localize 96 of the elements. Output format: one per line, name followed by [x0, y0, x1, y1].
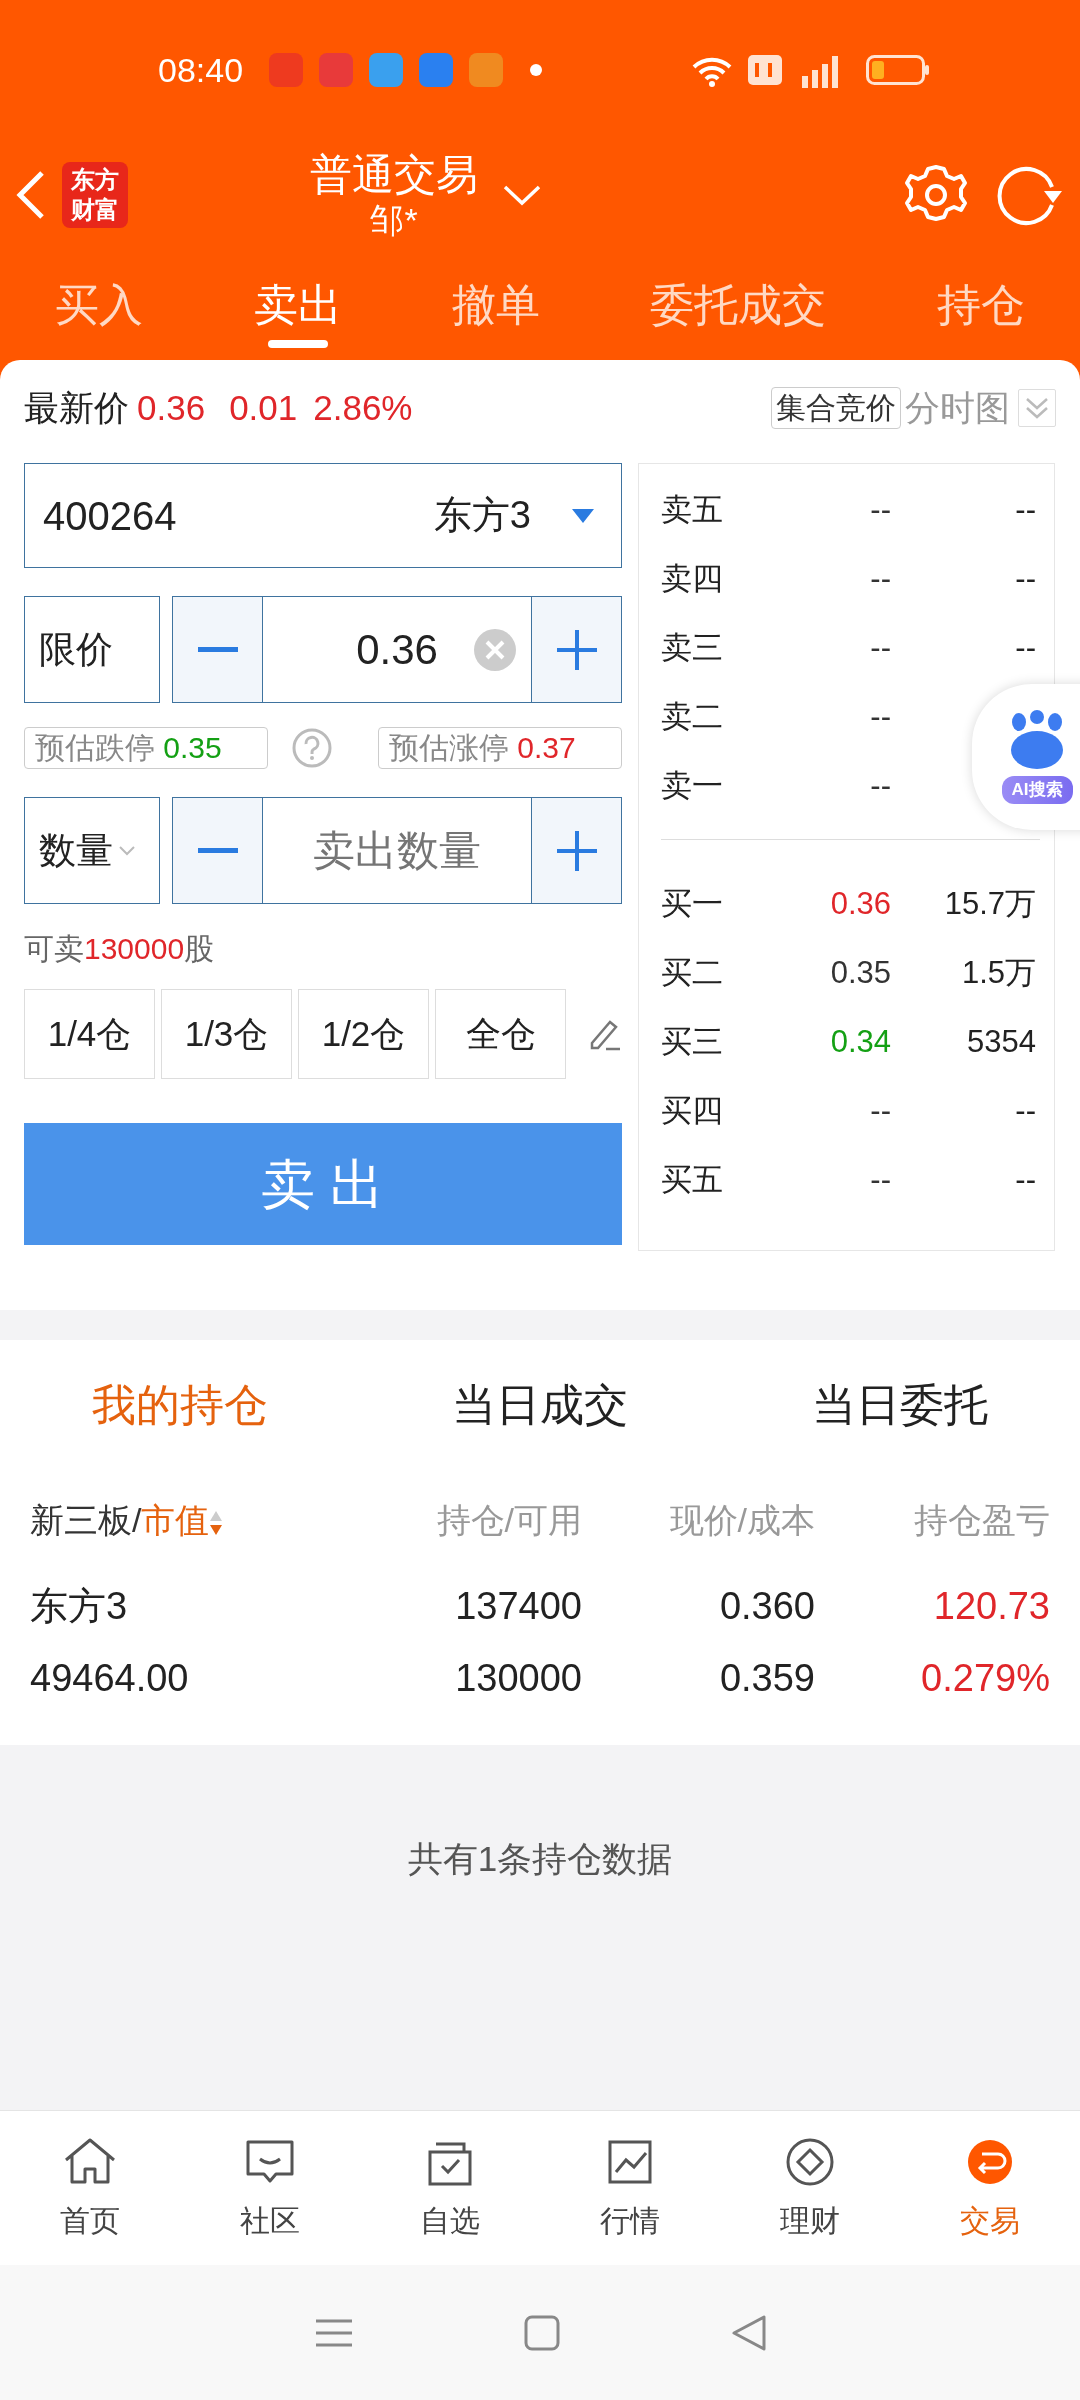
page-title: 普通交易 [310, 150, 478, 200]
column-header: 现价/成本 [669, 1500, 815, 1539]
nav-item[interactable]: 自选 [360, 2133, 540, 2243]
position-ratio-button[interactable]: 1/2仓 [298, 989, 429, 1079]
order-price: -- [870, 561, 891, 597]
table-cell: 0.359 [719, 1657, 815, 1699]
order-level-label: 卖三 [661, 629, 724, 668]
back-triangle-icon[interactable] [730, 2314, 766, 2351]
order-volume: 5354 [967, 1024, 1036, 1060]
auction-button[interactable]: 集合竞价 [771, 387, 901, 429]
app-icon [319, 53, 354, 87]
order-price: -- [870, 768, 891, 804]
order-volume: -- [1015, 630, 1036, 666]
order-volume: 15.7万 [944, 886, 1036, 922]
back-button[interactable] [16, 170, 46, 220]
order-volume: -- [1015, 1093, 1036, 1129]
price-change: 0.01 [229, 386, 298, 429]
order-volume: 1.5万 [961, 955, 1036, 991]
quantity-stepper[interactable]: 卖出数量 [172, 797, 622, 904]
account-name: 邹* [369, 200, 419, 240]
column-header[interactable]: 新三板/市值 [30, 1500, 210, 1539]
order-volume: -- [1015, 561, 1036, 597]
available-shares: 可卖130000股 [24, 931, 216, 967]
nav-item[interactable]: 理财 [720, 2133, 900, 2243]
order-price: -- [870, 1162, 891, 1198]
table-cell: 130000 [455, 1657, 582, 1699]
position-ratio-button[interactable]: 1/4仓 [24, 989, 155, 1079]
minus-button[interactable] [173, 798, 263, 903]
order-level-label: 卖二 [661, 698, 724, 737]
home-square-icon[interactable] [524, 2314, 560, 2351]
limit-price-hint: 预估涨停 0.37 [378, 727, 622, 769]
app-icon [419, 53, 454, 87]
quantity-type-selector[interactable]: 数量 [24, 797, 160, 904]
back-icon [16, 170, 46, 220]
minus-icon [197, 647, 238, 654]
help-icon[interactable] [292, 728, 332, 768]
order-level-label: 买三 [661, 1023, 724, 1062]
status-time: 08:40 [158, 49, 244, 91]
order-price: 0.35 [830, 955, 891, 991]
price-label: 最新价 [24, 386, 129, 429]
order-level-label: 卖一 [661, 767, 724, 806]
nav-item[interactable]: 首页 [0, 2133, 180, 2243]
dropdown-triangle-icon [571, 507, 595, 524]
app-icon [369, 53, 404, 87]
price-change-percent: 2.86% [313, 386, 413, 429]
battery-icon [866, 55, 930, 85]
stock-name: 东方3 [433, 493, 531, 538]
table-cell: 东方3 [30, 1585, 128, 1627]
nav-item[interactable]: 行情 [540, 2133, 720, 2243]
table-cell: 0.279% [921, 1657, 1050, 1699]
plus-button[interactable] [531, 597, 621, 702]
plus-icon [556, 629, 597, 670]
plus-button[interactable] [531, 798, 621, 903]
order-level-label: 买四 [661, 1092, 724, 1131]
column-header: 持仓盈亏 [914, 1500, 1050, 1539]
app-icon [269, 53, 304, 87]
minus-icon [197, 848, 238, 855]
chevron-down-icon [502, 183, 542, 208]
latest-price: 0.36 [137, 386, 206, 429]
notification-dot-icon [529, 63, 544, 77]
order-price: 0.36 [830, 886, 891, 922]
price-value: 0.36 [356, 625, 438, 675]
order-volume: -- [1015, 492, 1036, 528]
order-price: 0.34 [830, 1024, 891, 1060]
app-logo: 东方财富 [62, 162, 128, 228]
plus-icon [556, 830, 597, 871]
order-level-label: 卖四 [661, 560, 724, 599]
chevron-down-icon [119, 845, 135, 856]
order-price: -- [870, 699, 891, 735]
expand-button[interactable] [1018, 389, 1056, 427]
minus-button[interactable] [173, 597, 263, 702]
order-price: -- [870, 492, 891, 528]
holdings-count-note: 共有1条持仓数据 [407, 1839, 673, 1878]
nav-item[interactable]: 社区 [180, 2133, 360, 2243]
order-level-label: 买二 [661, 954, 724, 993]
column-header: 持仓/可用 [436, 1500, 582, 1539]
stock-code: 400264 [43, 492, 177, 540]
limit-price-hint: 预估跌停 0.35 [24, 727, 268, 769]
table-cell: 120.73 [933, 1585, 1050, 1627]
order-price: -- [870, 1093, 891, 1129]
menu-icon[interactable] [314, 2317, 354, 2348]
app-icon [469, 53, 504, 87]
position-ratio-button[interactable]: 全仓 [435, 989, 566, 1079]
order-level-label: 卖五 [661, 491, 724, 530]
order-level-label: 买一 [661, 885, 724, 924]
order-volume: -- [1015, 1162, 1036, 1198]
table-cell: 137400 [455, 1585, 582, 1627]
order-level-label: 买五 [661, 1161, 724, 1200]
position-ratio-button[interactable]: 1/3仓 [161, 989, 292, 1079]
table-cell: 49464.00 [30, 1657, 189, 1699]
price-type-selector[interactable]: 限价 [24, 596, 160, 703]
order-price: -- [870, 630, 891, 666]
holdings-tab[interactable]: 当日委托 [812, 1372, 988, 1438]
table-cell: 0.360 [719, 1585, 815, 1627]
stock-selector[interactable]: 400264 东方3 [24, 463, 622, 568]
holdings-tab[interactable]: 当日成交 [452, 1372, 628, 1438]
